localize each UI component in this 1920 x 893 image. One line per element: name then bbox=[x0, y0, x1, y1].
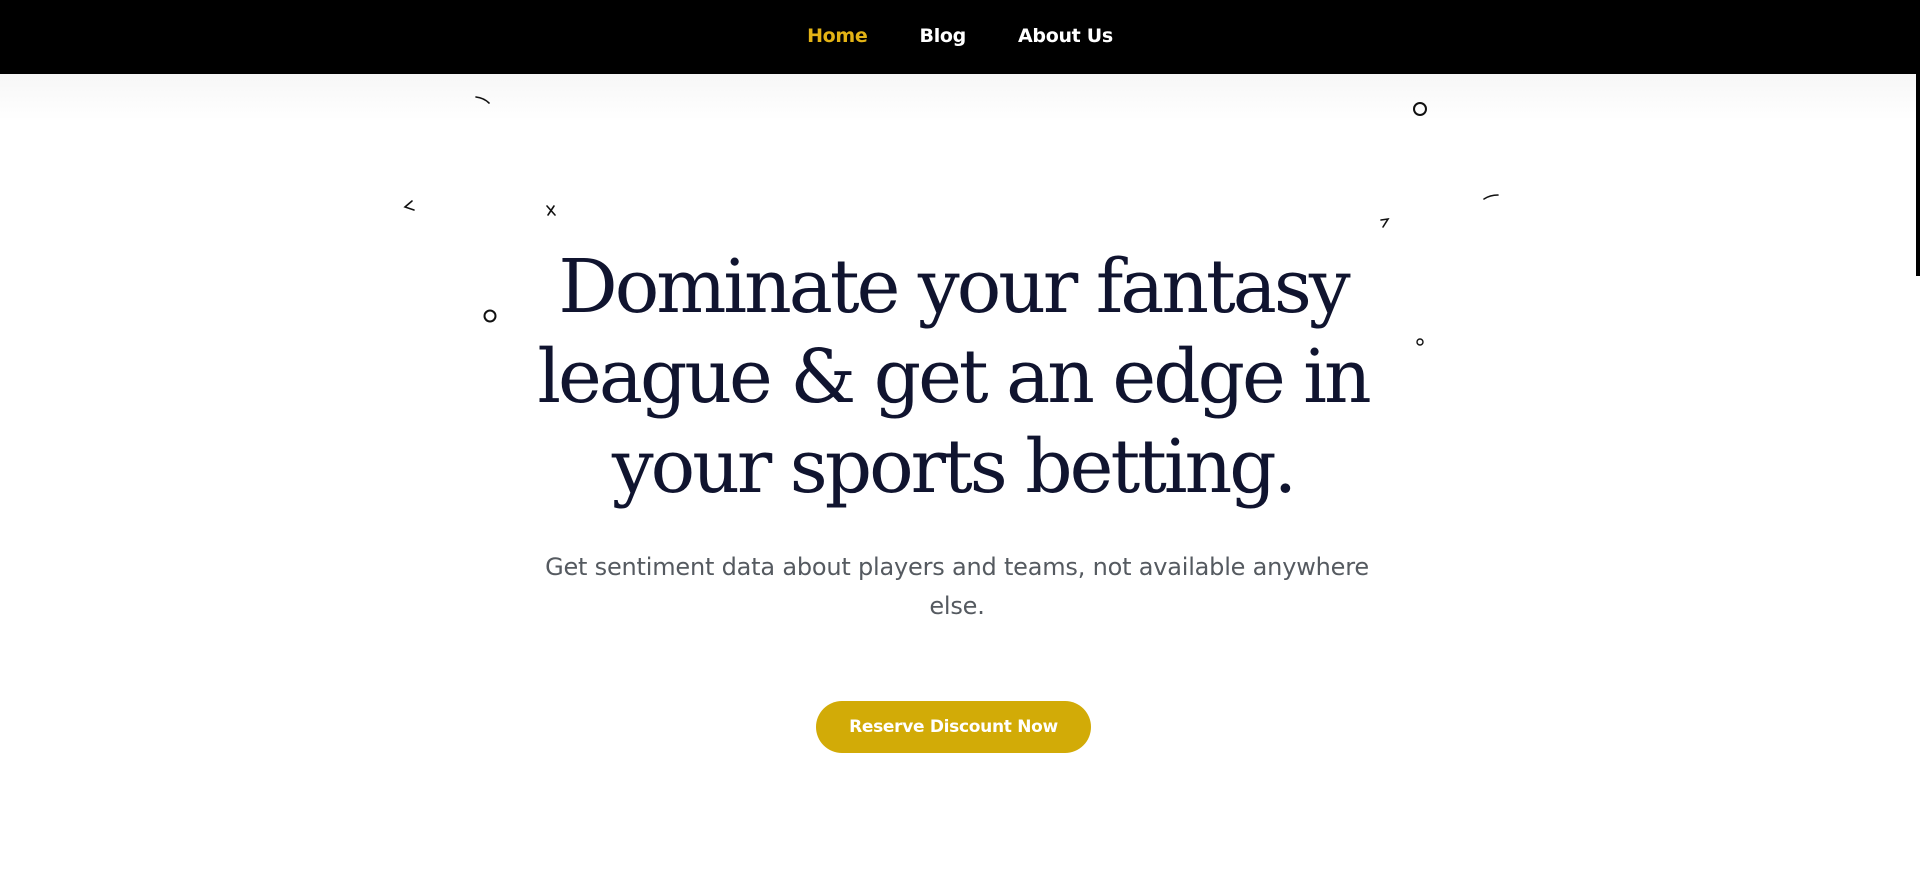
reserve-discount-button[interactable]: Reserve Discount Now bbox=[816, 701, 1091, 753]
nav-blog-link[interactable]: Blog bbox=[920, 25, 967, 49]
cross-doodle-icon bbox=[546, 205, 556, 216]
hero-subtitle: Get sentiment data about players and tea… bbox=[545, 553, 1369, 620]
hero-title: Dominate your fantasy league & get an ed… bbox=[537, 244, 1371, 510]
nav-home-link[interactable]: Home bbox=[807, 25, 868, 49]
chevron-doodle-icon bbox=[403, 200, 415, 211]
seven-doodle-icon bbox=[1380, 217, 1390, 228]
nav-about-us-link[interactable]: About Us bbox=[1018, 25, 1113, 49]
navbar-shadow bbox=[0, 74, 1920, 120]
scroll-indicator[interactable] bbox=[1916, 74, 1920, 276]
arc-doodle-icon bbox=[1483, 194, 1499, 200]
top-navbar: Home Blog About Us bbox=[0, 0, 1920, 74]
